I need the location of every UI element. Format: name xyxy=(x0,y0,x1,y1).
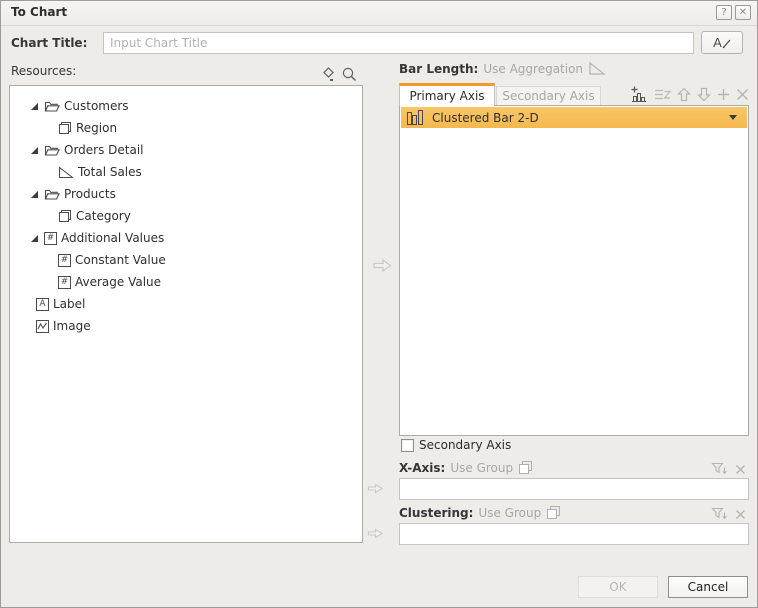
tree-item-label: Orders Detail xyxy=(64,143,144,157)
field-icon xyxy=(58,121,72,135)
number-icon: # xyxy=(58,254,71,267)
chart-title-input[interactable] xyxy=(103,32,694,54)
tree-item-additional-values[interactable]: # Additional Values xyxy=(10,227,362,249)
tree-item-label-element[interactable]: A Label xyxy=(10,293,362,315)
help-icon: ? xyxy=(721,7,726,18)
move-up-icon[interactable] xyxy=(677,87,691,102)
clear-icon[interactable] xyxy=(735,464,746,475)
secondary-axis-checkbox[interactable] xyxy=(401,439,414,452)
move-to-axis-arrow-icon xyxy=(372,257,393,277)
expander-icon[interactable] xyxy=(29,146,39,155)
x-axis-use-group-hint: Use Group xyxy=(450,461,513,475)
clustering-tools xyxy=(711,507,746,521)
move-to-clustering-arrow-icon xyxy=(367,527,384,543)
selected-series-row[interactable]: Clustered Bar 2-D xyxy=(401,107,747,128)
dropdown-caret-icon[interactable] xyxy=(729,115,737,120)
remove-pane-icon[interactable] xyxy=(736,88,749,101)
dialog-title: To Chart xyxy=(11,5,67,19)
secondary-axis-checkbox-label: Secondary Axis xyxy=(419,438,511,452)
secondary-axis-option: Secondary Axis xyxy=(401,438,511,452)
search-icon[interactable] xyxy=(341,66,358,86)
bar-length-label: Bar Length: xyxy=(399,62,478,76)
tree-item-label: Image xyxy=(53,319,91,333)
tree-item-image-element[interactable]: Image xyxy=(10,315,362,337)
x-axis-input[interactable] xyxy=(399,478,749,500)
clustering-input[interactable] xyxy=(399,523,749,545)
tree-item-label: Customers xyxy=(64,99,129,113)
tree-item-customers[interactable]: Customers xyxy=(10,95,362,117)
edit-list-icon[interactable] xyxy=(654,87,671,102)
close-button[interactable]: ✕ xyxy=(735,5,751,20)
tab-secondary-axis[interactable]: Secondary Axis xyxy=(496,86,601,106)
font-letter-icon: A xyxy=(713,35,722,50)
expander-icon[interactable] xyxy=(29,190,39,199)
tab-primary-axis[interactable]: Primary Axis xyxy=(399,83,495,106)
expander-icon[interactable] xyxy=(29,102,39,111)
add-series-icon[interactable] xyxy=(631,86,648,103)
tree-item-constant-value[interactable]: # Constant Value xyxy=(10,249,362,271)
filter-icon[interactable] xyxy=(711,462,728,476)
image-icon xyxy=(36,320,49,333)
tree-item-label: Constant Value xyxy=(75,253,166,267)
use-group-icon[interactable] xyxy=(518,460,533,475)
folder-icon xyxy=(44,144,60,157)
number-icon: # xyxy=(44,232,57,245)
x-axis-tools xyxy=(711,462,746,476)
to-chart-dialog: To Chart ? ✕ Chart Title: A Resources: xyxy=(0,0,758,608)
tab-label: Primary Axis xyxy=(409,89,484,103)
add-pane-icon[interactable] xyxy=(717,88,730,101)
x-axis-header: X-Axis: Use Group xyxy=(399,460,533,475)
bar-length-header: Bar Length: Use Aggregation xyxy=(399,61,606,76)
pencil-icon xyxy=(722,36,731,50)
tree-item-label: Total Sales xyxy=(78,165,142,179)
tree-item-region[interactable]: Region xyxy=(10,117,362,139)
tree-item-label: Category xyxy=(76,209,131,223)
tree-item-label: Region xyxy=(76,121,117,135)
tab-label: Secondary Axis xyxy=(502,89,594,103)
tree-item-products[interactable]: Products xyxy=(10,183,362,205)
clustering-label: Clustering: xyxy=(399,506,473,520)
help-button[interactable]: ? xyxy=(716,5,732,20)
chart-title-label: Chart Title: xyxy=(11,36,87,50)
font-style-button[interactable]: A xyxy=(701,31,743,54)
resources-tree: Customers Region Orders Detail xyxy=(9,85,363,543)
tree-item-average-value[interactable]: # Average Value xyxy=(10,271,362,293)
title-bar: To Chart ? ✕ xyxy=(1,1,757,26)
close-icon: ✕ xyxy=(739,7,747,18)
tree-item-label: Label xyxy=(53,297,85,311)
x-axis-label: X-Axis: xyxy=(399,461,445,475)
series-list: Clustered Bar 2-D xyxy=(399,105,749,436)
clustering-use-group-hint: Use Group xyxy=(478,506,541,520)
selected-series-label: Clustered Bar 2-D xyxy=(432,111,539,125)
axis-toolbar xyxy=(629,86,749,103)
label-icon: A xyxy=(36,298,49,311)
number-icon: # xyxy=(58,276,71,289)
sort-icon[interactable] xyxy=(322,66,337,86)
resources-label: Resources: xyxy=(11,64,76,78)
measure-icon xyxy=(58,166,74,179)
tree-item-label: Average Value xyxy=(75,275,161,289)
ok-button[interactable]: OK xyxy=(578,576,658,598)
filter-icon[interactable] xyxy=(711,507,728,521)
tree-item-orders-detail[interactable]: Orders Detail xyxy=(10,139,362,161)
clear-icon[interactable] xyxy=(735,509,746,520)
tree-item-label: Additional Values xyxy=(61,231,164,245)
field-icon xyxy=(58,209,72,223)
move-down-icon[interactable] xyxy=(697,87,711,102)
expander-icon[interactable] xyxy=(29,234,39,243)
use-aggregation-hint: Use Aggregation xyxy=(483,62,583,76)
clustered-bar-icon xyxy=(407,110,426,125)
folder-icon xyxy=(44,188,60,201)
folder-icon xyxy=(44,100,60,113)
cancel-button[interactable]: Cancel xyxy=(668,576,748,598)
clustering-header: Clustering: Use Group xyxy=(399,505,561,520)
tree-item-label: Products xyxy=(64,187,116,201)
use-group-icon[interactable] xyxy=(546,505,561,520)
tree-item-total-sales[interactable]: Total Sales xyxy=(10,161,362,183)
aggregation-measure-icon xyxy=(588,61,606,76)
tree-item-category[interactable]: Category xyxy=(10,205,362,227)
move-to-xaxis-arrow-icon xyxy=(367,482,384,498)
